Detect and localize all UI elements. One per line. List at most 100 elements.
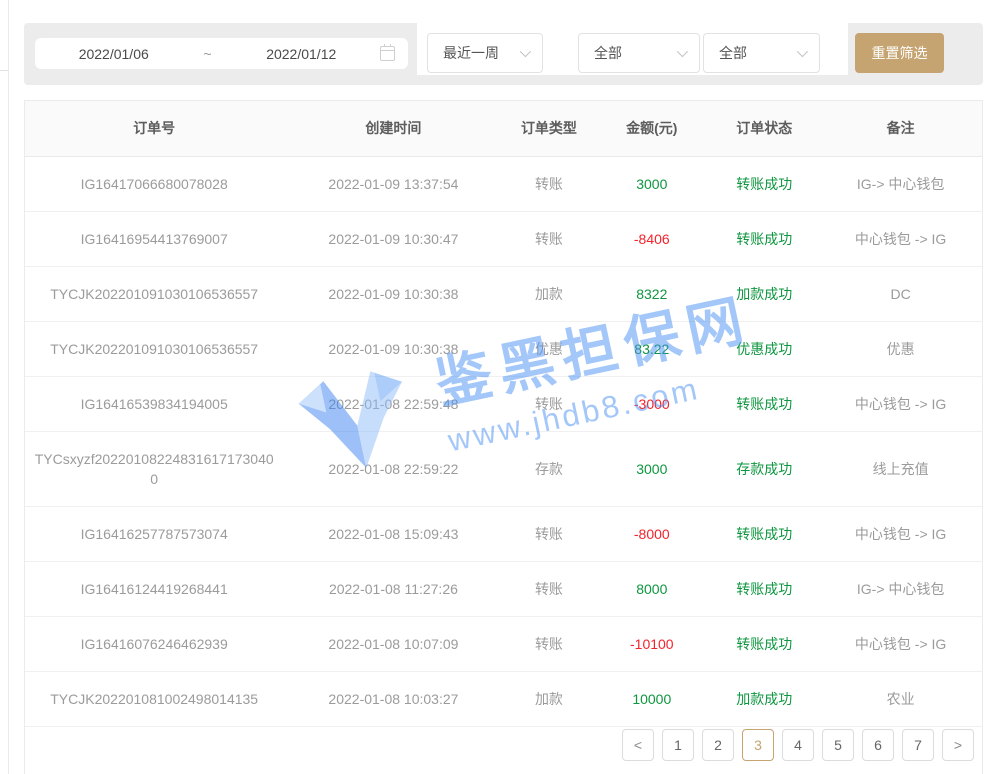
cell-amount: 3000 — [594, 156, 709, 211]
date-range-input[interactable]: 2022/01/06 ~ 2022/01/12 — [35, 38, 408, 69]
cell-order-status: 加款成功 — [709, 266, 819, 321]
reset-filter-button[interactable]: 重置筛选 — [855, 33, 944, 73]
cell-created-at: 2022-01-08 22:59:22 — [283, 431, 503, 506]
cell-order-status: 转账成功 — [709, 506, 819, 561]
cell-amount: -8000 — [594, 506, 709, 561]
cell-order-type: 转账 — [503, 561, 594, 616]
column-header-1: 创建时间 — [283, 101, 503, 156]
cell-order-type: 转账 — [503, 616, 594, 671]
cell-order-id: IG16416954413769007 — [25, 211, 283, 266]
prev-page-button[interactable]: < — [622, 729, 654, 761]
column-header-2: 订单类型 — [503, 101, 594, 156]
cell-amount: 8000 — [594, 561, 709, 616]
page-button-2[interactable]: 2 — [702, 729, 734, 761]
cell-amount: -8406 — [594, 211, 709, 266]
cell-order-id: TYCJK202201081002498014135 — [25, 671, 283, 726]
page-button-4[interactable]: 4 — [782, 729, 814, 761]
cell-remark: DC — [819, 266, 982, 321]
page-button-6[interactable]: 6 — [862, 729, 894, 761]
cell-order-id: TYCsxyzf202201082248316171730400 — [25, 431, 283, 506]
order-type-select[interactable]: 全部 — [578, 33, 700, 73]
cell-order-type: 加款 — [503, 671, 594, 726]
table-header-row: 订单号创建时间订单类型金额(元)订单状态备注 — [25, 101, 982, 156]
period-select-value: 最近一周 — [443, 43, 499, 63]
order-status-select-value: 全部 — [719, 43, 747, 63]
cell-order-type: 转账 — [503, 506, 594, 561]
date-end-value[interactable]: 2022/01/12 — [223, 46, 381, 62]
cell-amount: -10100 — [594, 616, 709, 671]
page-button-5[interactable]: 5 — [822, 729, 854, 761]
cell-remark: 中心钱包 -> IG — [819, 211, 982, 266]
cell-remark: 线上充值 — [819, 431, 982, 506]
cell-order-type: 转账 — [503, 211, 594, 266]
cell-remark: 优惠 — [819, 321, 982, 376]
table-row: IG164161244192684412022-01-08 11:27:26转账… — [25, 561, 982, 616]
cell-amount: 8322 — [594, 266, 709, 321]
chevron-down-icon — [520, 46, 531, 57]
cell-amount: 3000 — [594, 431, 709, 506]
cell-order-id: IG16416124419268441 — [25, 561, 283, 616]
cell-order-id: IG16416076246462939 — [25, 616, 283, 671]
page-button-7[interactable]: 7 — [902, 729, 934, 761]
next-page-button[interactable]: > — [942, 729, 974, 761]
cell-order-status: 转账成功 — [709, 561, 819, 616]
calendar-icon — [380, 46, 395, 61]
table-row: TYCsxyzf2022010822483161717304002022-01-… — [25, 431, 982, 506]
page-button-3[interactable]: 3 — [742, 729, 774, 761]
chevron-down-icon — [797, 46, 808, 57]
pagination: <1234567> — [622, 715, 974, 774]
table-row: IG164169544137690072022-01-09 10:30:47转账… — [25, 211, 982, 266]
order-table-card: 订单号创建时间订单类型金额(元)订单状态备注 IG164170666800780… — [24, 100, 983, 774]
page-left-divider — [8, 0, 9, 774]
cell-remark: 中心钱包 -> IG — [819, 376, 982, 431]
cell-order-id: IG16416257787573074 — [25, 506, 283, 561]
date-start-value[interactable]: 2022/01/06 — [35, 46, 193, 62]
cell-order-id: IG16417066680078028 — [25, 156, 283, 211]
cell-order-type: 转账 — [503, 156, 594, 211]
filter-bar: 2022/01/06 ~ 2022/01/12 最近一周 全部 全部 重置筛选 — [24, 23, 983, 85]
cell-amount: -3000 — [594, 376, 709, 431]
page-button-1[interactable]: 1 — [662, 729, 694, 761]
cell-created-at: 2022-01-09 10:30:38 — [283, 321, 503, 376]
table-row: IG164170666800780282022-01-09 13:37:54转账… — [25, 156, 982, 211]
column-header-3: 金额(元) — [594, 101, 709, 156]
cell-created-at: 2022-01-09 13:37:54 — [283, 156, 503, 211]
table-row: TYCJK2022010910301065365572022-01-09 10:… — [25, 266, 982, 321]
cell-created-at: 2022-01-09 10:30:47 — [283, 211, 503, 266]
column-header-5: 备注 — [819, 101, 982, 156]
order-status-select[interactable]: 全部 — [703, 33, 820, 73]
column-header-4: 订单状态 — [709, 101, 819, 156]
table-row: IG164160762464629392022-01-08 10:07:09转账… — [25, 616, 982, 671]
cell-order-type: 加款 — [503, 266, 594, 321]
cell-order-status: 转账成功 — [709, 211, 819, 266]
cell-order-type: 转账 — [503, 376, 594, 431]
cell-order-type: 优惠 — [503, 321, 594, 376]
cell-created-at: 2022-01-08 10:07:09 — [283, 616, 503, 671]
cell-remark: IG-> 中心钱包 — [819, 561, 982, 616]
cell-remark: 中心钱包 -> IG — [819, 616, 982, 671]
order-type-select-value: 全部 — [594, 43, 622, 63]
cell-order-status: 转账成功 — [709, 616, 819, 671]
cell-remark: IG-> 中心钱包 — [819, 156, 982, 211]
cell-created-at: 2022-01-08 22:59:48 — [283, 376, 503, 431]
cell-order-status: 转账成功 — [709, 376, 819, 431]
cell-order-type: 存款 — [503, 431, 594, 506]
column-header-0: 订单号 — [25, 101, 283, 156]
table-row: IG164165398341940052022-01-08 22:59:48转账… — [25, 376, 982, 431]
cell-order-status: 转账成功 — [709, 156, 819, 211]
cell-remark: 中心钱包 -> IG — [819, 506, 982, 561]
cell-created-at: 2022-01-09 10:30:38 — [283, 266, 503, 321]
table-row: IG164162577875730742022-01-08 15:09:43转账… — [25, 506, 982, 561]
cell-amount: 83.22 — [594, 321, 709, 376]
cell-order-id: TYCJK202201091030106536557 — [25, 321, 283, 376]
date-separator: ~ — [193, 46, 223, 62]
table-row: TYCJK2022010910301065365572022-01-09 10:… — [25, 321, 982, 376]
cell-created-at: 2022-01-08 15:09:43 — [283, 506, 503, 561]
period-select[interactable]: 最近一周 — [427, 33, 543, 73]
page-left-tick — [0, 70, 8, 71]
cell-created-at: 2022-01-08 11:27:26 — [283, 561, 503, 616]
cell-order-id: TYCJK202201091030106536557 — [25, 266, 283, 321]
order-table: 订单号创建时间订单类型金额(元)订单状态备注 IG164170666800780… — [25, 101, 982, 727]
order-table-body: IG164170666800780282022-01-09 13:37:54转账… — [25, 156, 982, 726]
chevron-down-icon — [677, 46, 688, 57]
